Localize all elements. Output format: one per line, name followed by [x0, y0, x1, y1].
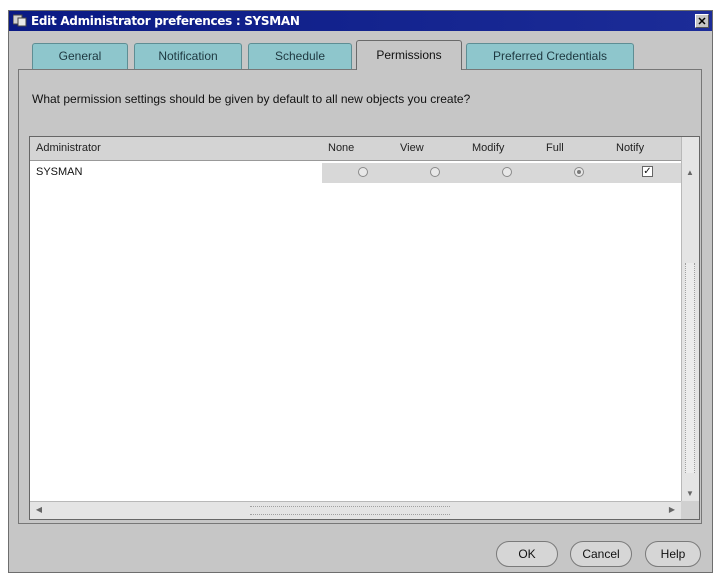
- tab-preferred-credentials[interactable]: Preferred Credentials: [466, 43, 634, 69]
- permission-modify-radio[interactable]: [502, 167, 512, 177]
- permission-cells: ✓: [322, 163, 681, 183]
- dialog-title: Edit Administrator preferences : SYSMAN: [31, 14, 300, 28]
- notify-checkbox[interactable]: ✓: [642, 166, 653, 177]
- permission-view-radio[interactable]: [430, 167, 440, 177]
- scroll-up-icon[interactable]: ▲: [684, 167, 696, 179]
- table-row[interactable]: SYSMAN ✓: [30, 163, 681, 183]
- scrollbar-corner: [681, 501, 699, 519]
- tab-general[interactable]: General: [32, 43, 128, 69]
- scroll-right-icon[interactable]: ▶: [666, 504, 678, 516]
- column-header-full[interactable]: Full: [546, 142, 564, 154]
- help-button[interactable]: Help: [645, 541, 701, 567]
- vertical-scroll-thumb[interactable]: [685, 263, 695, 473]
- vertical-scrollbar[interactable]: ▲ ▼: [681, 137, 699, 502]
- cancel-button[interactable]: Cancel: [570, 541, 632, 567]
- tab-schedule[interactable]: Schedule: [248, 43, 352, 69]
- ok-button[interactable]: OK: [496, 541, 558, 567]
- close-icon: ✕: [697, 16, 707, 28]
- permission-full-radio[interactable]: [574, 167, 584, 177]
- horizontal-scrollbar[interactable]: ◀ ▶: [30, 501, 681, 519]
- table-header: Administrator None View Modify Full Noti…: [30, 137, 681, 161]
- column-header-none[interactable]: None: [328, 142, 354, 154]
- permission-none-radio[interactable]: [358, 167, 368, 177]
- check-icon: ✓: [643, 166, 652, 177]
- title-bar[interactable]: Edit Administrator preferences : SYSMAN …: [9, 11, 712, 31]
- column-header-view[interactable]: View: [400, 142, 424, 154]
- column-header-notify[interactable]: Notify: [616, 142, 644, 154]
- administrator-cell: SYSMAN: [36, 166, 83, 178]
- permissions-question: What permission settings should be given…: [32, 92, 471, 106]
- horizontal-scroll-thumb[interactable]: [250, 506, 450, 515]
- app-window-icon: [13, 14, 27, 27]
- column-header-administrator[interactable]: Administrator: [36, 142, 101, 154]
- tab-notification[interactable]: Notification: [134, 43, 242, 69]
- permissions-table: Administrator None View Modify Full Noti…: [29, 136, 700, 520]
- tab-permissions[interactable]: Permissions: [356, 40, 462, 70]
- close-button[interactable]: ✕: [695, 14, 709, 28]
- scroll-down-icon[interactable]: ▼: [684, 488, 696, 500]
- column-header-modify[interactable]: Modify: [472, 142, 504, 154]
- scroll-left-icon[interactable]: ◀: [33, 504, 45, 516]
